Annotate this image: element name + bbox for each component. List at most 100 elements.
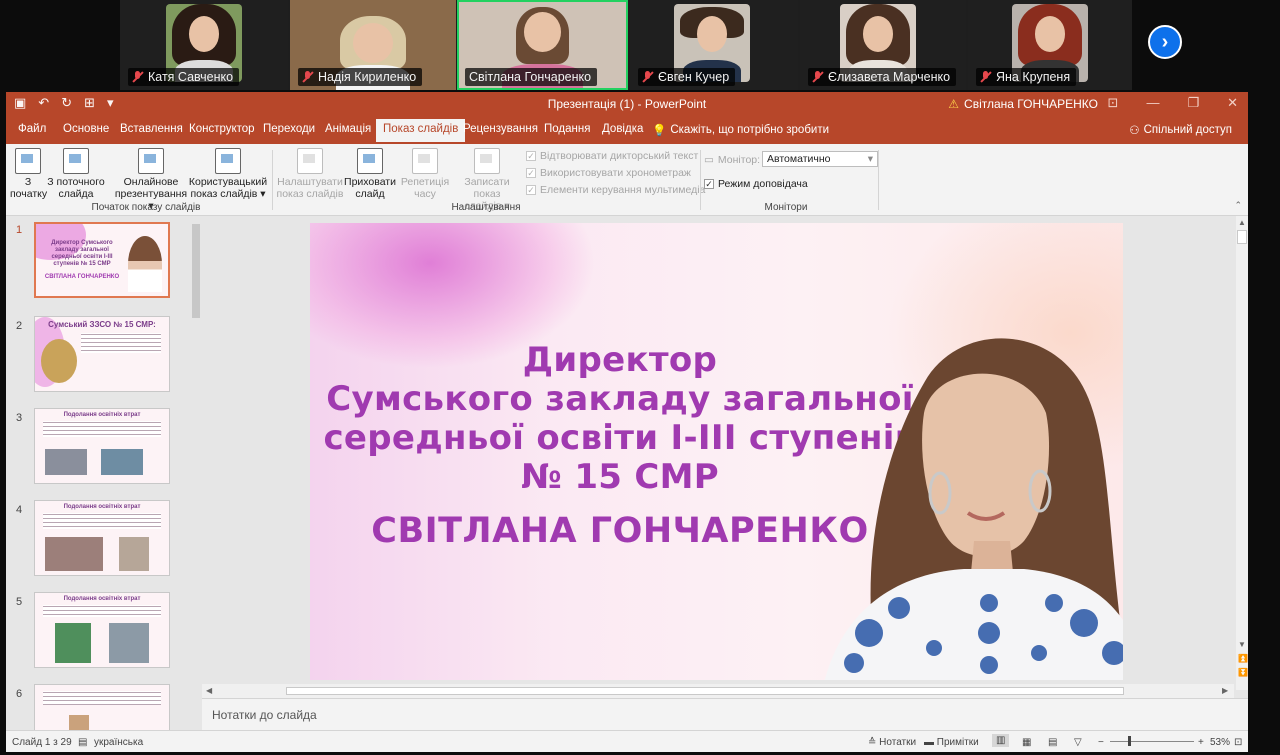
editor-horizontal-scrollbar[interactable]: ◀ ▶: [202, 684, 1234, 698]
collapse-ribbon-icon[interactable]: ⌃: [1234, 200, 1242, 211]
slide-thumbnail-2[interactable]: Сумський ЗЗСО № 15 СМР:: [34, 316, 170, 392]
slideshow-start-icon: [15, 148, 41, 174]
normal-view-icon[interactable]: ▥: [992, 734, 1010, 747]
editor-vertical-scrollbar[interactable]: ▲ ▼ ⏫ ⏬: [1236, 216, 1248, 690]
status-bar: Слайд 1 з 29 ▤ українська ≙ Нотатки ▬ Пр…: [6, 730, 1248, 752]
slide-thumbnail-4[interactable]: Подолання освітніх втрат: [34, 500, 170, 576]
zoom-in-icon[interactable]: +: [1198, 737, 1204, 748]
tab-view[interactable]: Подання: [544, 123, 590, 135]
zoom-level[interactable]: 53%: [1210, 737, 1230, 748]
tab-design[interactable]: Конструктор: [189, 123, 255, 135]
reading-view-icon[interactable]: ▤: [1048, 737, 1057, 748]
photo-image: [45, 537, 103, 571]
next-slide-icon: ⏬: [1238, 668, 1248, 677]
photo-image: [109, 623, 149, 663]
stopwatch-icon: [412, 148, 438, 174]
tab-file[interactable]: Файл: [18, 123, 46, 135]
participant-tile[interactable]: Євген Кучер: [630, 0, 798, 90]
slide-number: 4: [16, 504, 23, 516]
ribbon-display-options-icon[interactable]: ⊡: [1108, 95, 1119, 111]
participant-tile-active-speaker[interactable]: Світлана Гончаренко: [457, 0, 628, 90]
mic-muted-icon: [132, 71, 143, 83]
setup-slide-show-button[interactable]: Налаштувати показ слайдів: [274, 148, 346, 200]
participant-tile[interactable]: Надія Кириленко: [290, 0, 456, 90]
hide-slide-icon: [357, 148, 383, 174]
mic-muted-icon: [812, 71, 823, 83]
participant-tile[interactable]: Єлизавета Марченко: [800, 0, 966, 90]
share-button[interactable]: ⚇ Спільний доступ: [1129, 123, 1232, 137]
tab-insert[interactable]: Вставлення: [120, 123, 183, 135]
slideshow-current-icon: [63, 148, 89, 174]
notes-pane[interactable]: Нотатки до слайда: [202, 698, 1248, 730]
participant-tile[interactable]: Яна Крупеня: [968, 0, 1132, 90]
participant-name-tag: Світлана Гончаренко: [465, 68, 598, 86]
zoom-slider[interactable]: [1110, 736, 1194, 746]
zoom-slider-thumb[interactable]: [1128, 736, 1131, 746]
notes-toggle[interactable]: ≙ Нотатки: [868, 737, 916, 748]
participant-name-tag: Яна Крупеня: [976, 68, 1077, 86]
slide-thumbnail-pane: 1 Директор Сумського закладу загальної с…: [6, 216, 202, 736]
tab-home[interactable]: Основне: [63, 123, 109, 135]
window-controls: ⊡ — ❐ ✕: [1108, 95, 1238, 111]
photo-image: [119, 537, 149, 571]
tab-animations[interactable]: Анімація: [325, 123, 371, 135]
screen: Катя Савченко Надія Кириленко Світлана Г…: [0, 0, 1280, 755]
close-icon[interactable]: ✕: [1227, 95, 1238, 111]
fit-to-window-icon[interactable]: ⊡: [1234, 737, 1242, 748]
from-beginning-button[interactable]: Зпочатку: [10, 148, 47, 200]
monitor-label: ▭ Монітор:: [704, 154, 761, 166]
spell-check-icon[interactable]: ▤: [78, 737, 87, 748]
tab-help[interactable]: Довідка: [602, 123, 643, 135]
slide-number: 6: [16, 688, 23, 700]
portrait-photo[interactable]: [784, 303, 1123, 680]
monitor-select[interactable]: Автоматично ▾: [762, 151, 878, 167]
maximize-icon[interactable]: ❐: [1187, 95, 1199, 111]
photo-image: [101, 449, 143, 475]
ribbon-slide-show: Зпочатку З поточного слайда Онлайнове през…: [6, 144, 1248, 216]
play-narrations-checkbox[interactable]: ✓ Відтворювати дикторський текст: [526, 150, 698, 162]
slide-thumbnail-3[interactable]: Подолання освітніх втрат: [34, 408, 170, 484]
mic-muted-icon: [980, 71, 991, 83]
video-participant-strip: Катя Савченко Надія Кириленко Світлана Г…: [120, 0, 1132, 90]
slide-canvas[interactable]: Директор Сумського закладу загальної сер…: [310, 223, 1123, 680]
slide-number: 1: [16, 224, 23, 236]
participant-tile[interactable]: Катя Савченко: [120, 0, 288, 90]
use-timings-checkbox[interactable]: ✓ Використовувати хронометраж: [526, 167, 691, 179]
hide-slide-button[interactable]: Приховати слайд: [344, 148, 396, 200]
media-controls-checkbox[interactable]: ✓ Елементи керування мультимедіа: [526, 184, 705, 196]
user-account[interactable]: ⚠ Світлана ГОНЧАРЕНКО: [948, 97, 1098, 111]
comments-toggle[interactable]: ▬ Примітки: [924, 737, 979, 748]
title-bar: ▣ ↶ ↻ ⊞ ▾ Презентація (1) - PowerPoint ⚠…: [6, 92, 1248, 116]
next-page-arrow-icon[interactable]: ›: [1148, 25, 1182, 59]
photo-image: [55, 623, 91, 663]
mic-muted-icon: [302, 71, 313, 83]
slide-sorter-icon[interactable]: ▦: [1022, 737, 1031, 748]
scroll-left-icon: ◀: [206, 686, 213, 695]
custom-slide-show-button[interactable]: Користувацький показ слайдів ▾: [188, 148, 268, 200]
language-indicator[interactable]: українська: [94, 737, 143, 748]
from-current-slide-button[interactable]: З поточного слайда: [46, 148, 106, 200]
chevron-down-icon: ▾: [867, 153, 873, 165]
scroll-down-icon: ▼: [1238, 640, 1246, 649]
tab-review[interactable]: Рецензування: [463, 123, 538, 135]
participant-name-tag: Євген Кучер: [638, 68, 736, 86]
lightbulb-icon: 💡: [652, 125, 667, 137]
ribbon-tabs: Файл Основне Вставлення Конструктор Пере…: [6, 116, 1248, 144]
slide-thumbnail-1[interactable]: Директор Сумського закладу загальної сер…: [34, 222, 170, 298]
globe-icon: [138, 148, 164, 174]
rehearse-timings-button[interactable]: Репетиція часу: [400, 148, 450, 200]
slide-editor: Директор Сумського закладу загальної сер…: [202, 216, 1234, 690]
slide-thumbnail-6[interactable]: [34, 684, 170, 736]
tab-slide-show[interactable]: Показ слайдів: [376, 119, 466, 142]
tab-transitions[interactable]: Переходи: [263, 123, 315, 135]
photo-image: [45, 449, 87, 475]
tell-me-search[interactable]: 💡 Скажіть, що потрібно зробити: [652, 123, 829, 137]
slide-show-icon[interactable]: ▽: [1074, 737, 1082, 748]
slide-counter: Слайд 1 з 29: [12, 737, 72, 748]
minimize-icon[interactable]: —: [1146, 95, 1159, 111]
thumbnail-scrollbar[interactable]: [190, 216, 202, 736]
zoom-out-icon[interactable]: −: [1098, 737, 1104, 748]
presenter-view-checkbox[interactable]: ✓ Режим доповідача: [704, 178, 808, 190]
slide-thumbnail-5[interactable]: Подолання освітніх втрат: [34, 592, 170, 668]
previous-slide-icon: ⏫: [1238, 654, 1248, 663]
